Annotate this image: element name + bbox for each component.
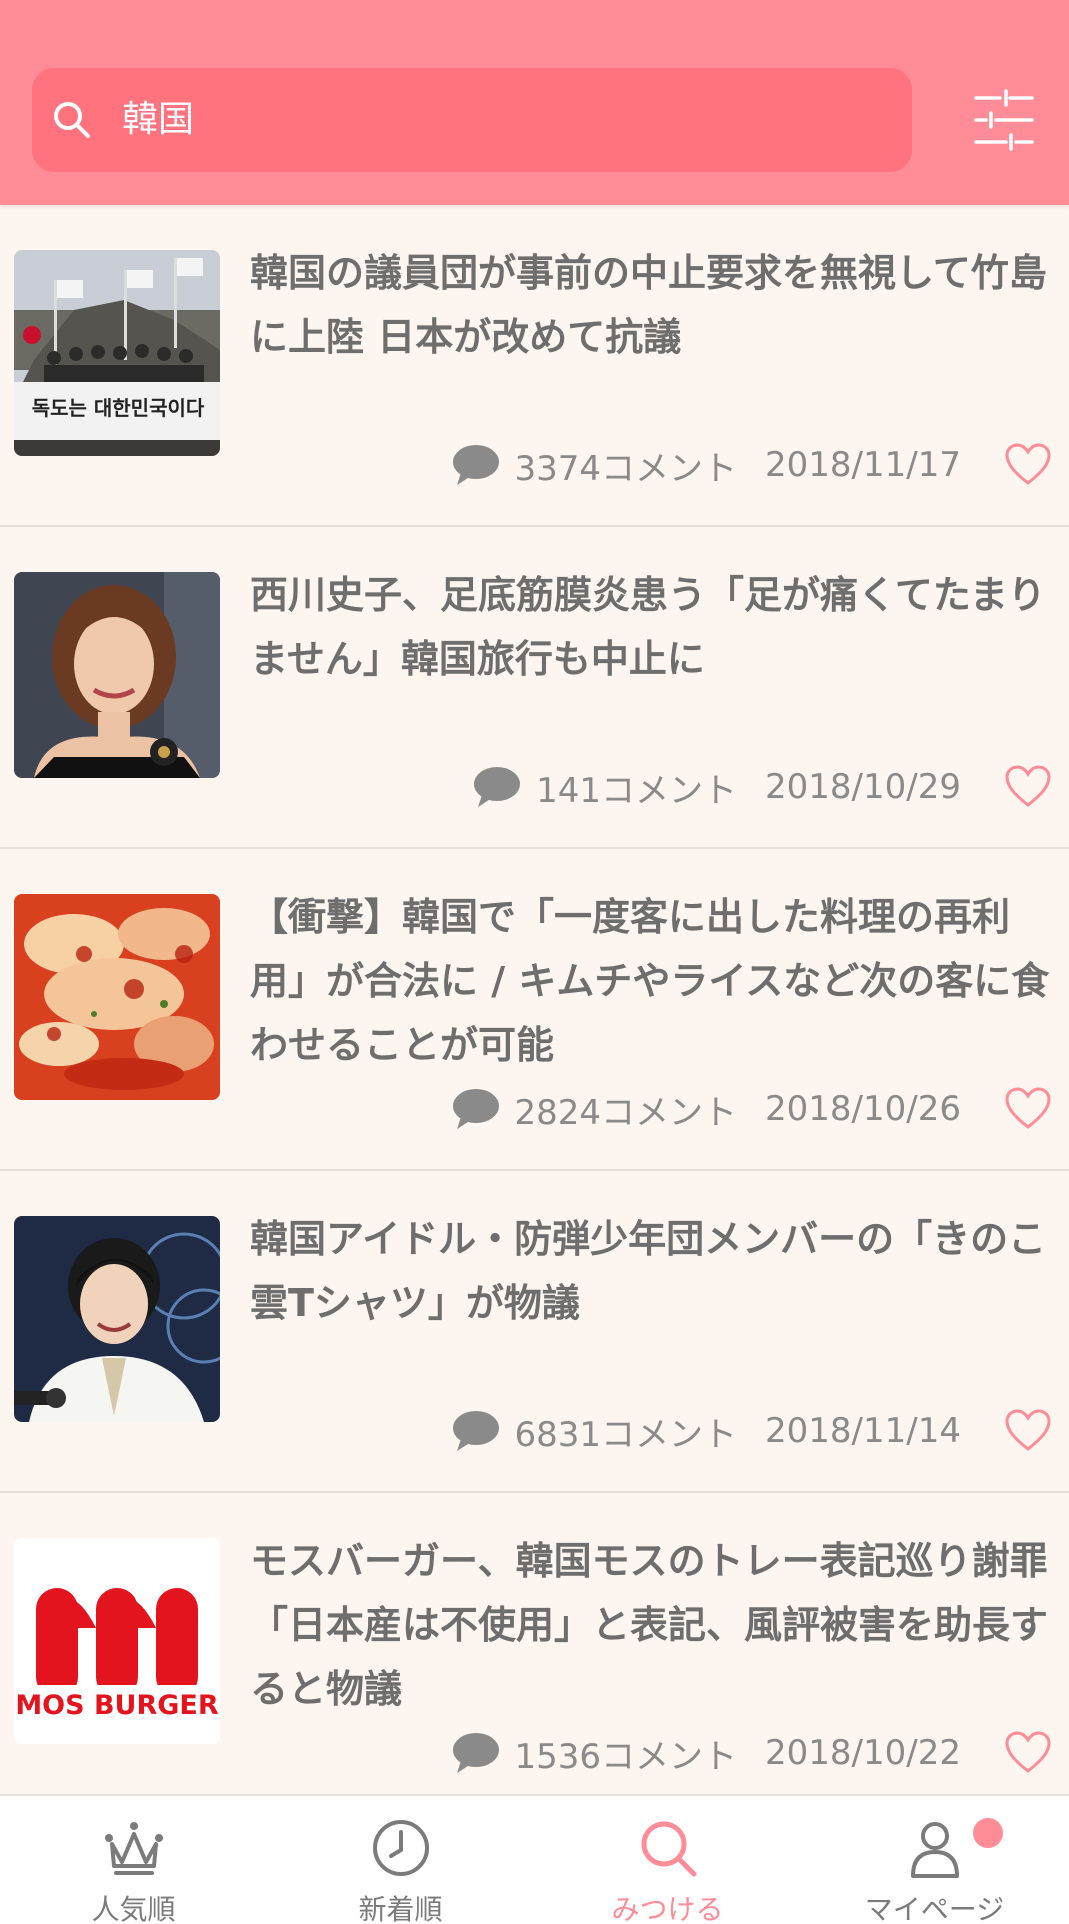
comment-icon <box>452 1089 499 1129</box>
article-date: 2018/10/22 <box>765 1733 961 1773</box>
article-title[interactable]: 韓国アイドル・防弾少年団メンバーの「きのこ雲Tシャツ」が物議 <box>250 1207 1050 1335</box>
person-icon <box>911 1822 959 1878</box>
article-title[interactable]: モスバーガー、韓国モスのトレー表記巡り謝罪 「日本産は不使用」と表記、風評被害を… <box>250 1529 1069 1721</box>
article-date: 2018/11/17 <box>765 445 961 485</box>
comment-count: 2824コメント <box>514 1092 738 1133</box>
search-icon <box>641 1821 697 1877</box>
comment-icon <box>452 1411 499 1451</box>
search-icon <box>54 102 90 138</box>
article-title[interactable]: 西川史子、足底筋膜炎患う「足が痛くてたまりません」韓国旅行も中止に <box>250 563 1050 691</box>
banner-text: 독도는 대한민국이다 <box>32 396 205 420</box>
article-thumbnail <box>14 1216 220 1422</box>
clock-icon <box>373 1820 429 1876</box>
article-list: 독도는 대한민국이다 韓国の議員団が事前の中止要求を無視して竹島に上陸 日本が改… <box>0 205 1069 1815</box>
search-query-text: 韓国 <box>122 99 195 140</box>
header-bar: 韓国 <box>0 0 1069 205</box>
article-meta: 3374コメント 2018/11/17 <box>451 440 961 490</box>
article-title[interactable]: 韓国の議員団が事前の中止要求を無視して竹島に上陸 日本が改めて抗議 <box>250 241 1050 369</box>
article-date: 2018/11/14 <box>765 1411 961 1451</box>
comment-count: 6831コメント <box>514 1414 738 1455</box>
article-item[interactable]: 독도는 대한민국이다 韓国の議員団が事前の中止要求を無視して竹島に上陸 日本が改… <box>0 205 1069 527</box>
article-thumbnail: MOS BURGER <box>14 1538 220 1744</box>
article-meta: 1536コメント 2018/10/22 <box>451 1728 961 1778</box>
filter-sliders-icon[interactable] <box>972 88 1036 152</box>
nav-tab-discover[interactable]: みつける <box>534 1796 801 1924</box>
heart-icon[interactable] <box>1004 1730 1052 1774</box>
app-root: 韓国 독도는 대한민국이다 韓国の議員団が事前の中止要求を無視して竹島に上陸 日… <box>0 0 1069 1924</box>
article-date: 2018/10/29 <box>765 767 961 807</box>
article-meta: 2824コメント 2018/10/26 <box>451 1084 961 1134</box>
comment-count: 3374コメント <box>514 448 738 489</box>
nav-label: みつける <box>611 1893 724 1924</box>
comment-icon <box>474 767 521 807</box>
comment-count: 141コメント <box>536 770 738 811</box>
comment-icon <box>452 1733 499 1773</box>
nav-label: マイページ <box>864 1893 1005 1924</box>
nav-label: 新着順 <box>358 1893 443 1924</box>
article-thumbnail <box>14 572 220 778</box>
heart-icon[interactable] <box>1004 442 1052 486</box>
search-input[interactable]: 韓国 <box>32 68 912 172</box>
heart-icon[interactable] <box>1004 1408 1052 1452</box>
bottom-nav: 人気順 新着順 みつける マイページ <box>0 1794 1069 1924</box>
heart-icon[interactable] <box>1004 1086 1052 1130</box>
nav-label: 人気順 <box>91 1893 176 1924</box>
article-item[interactable]: MOS BURGER モスバーガー、韓国モスのトレー表記巡り謝罪 「日本産は不使… <box>0 1493 1069 1815</box>
article-thumbnail: 독도는 대한민국이다 <box>14 250 220 456</box>
article-item[interactable]: 西川史子、足底筋膜炎患う「足が痛くてたまりません」韓国旅行も中止に 141コメン… <box>0 527 1069 849</box>
article-title[interactable]: 【衝撃】韓国で「一度客に出した料理の再利用」が合法に / キムチやライスなど次の… <box>250 885 1050 1077</box>
nav-tab-newest[interactable]: 新着順 <box>267 1796 534 1924</box>
comment-count: 1536コメント <box>514 1736 738 1777</box>
logo-text: MOS BURGER <box>15 1690 219 1721</box>
article-thumbnail <box>14 894 220 1100</box>
crown-icon <box>105 1822 163 1875</box>
article-meta: 6831コメント 2018/11/14 <box>451 1406 961 1456</box>
notification-badge <box>973 1818 1003 1848</box>
article-date: 2018/10/26 <box>765 1089 961 1129</box>
article-item[interactable]: 【衝撃】韓国で「一度客に出した料理の再利用」が合法に / キムチやライスなど次の… <box>0 849 1069 1171</box>
comment-icon <box>452 445 499 485</box>
article-meta: 141コメント 2018/10/29 <box>472 762 961 812</box>
nav-tab-popular[interactable]: 人気順 <box>0 1796 267 1924</box>
heart-icon[interactable] <box>1004 764 1052 808</box>
article-item[interactable]: 韓国アイドル・防弾少年団メンバーの「きのこ雲Tシャツ」が物議 6831コメント … <box>0 1171 1069 1493</box>
nav-tab-mypage[interactable]: マイページ <box>801 1796 1068 1924</box>
